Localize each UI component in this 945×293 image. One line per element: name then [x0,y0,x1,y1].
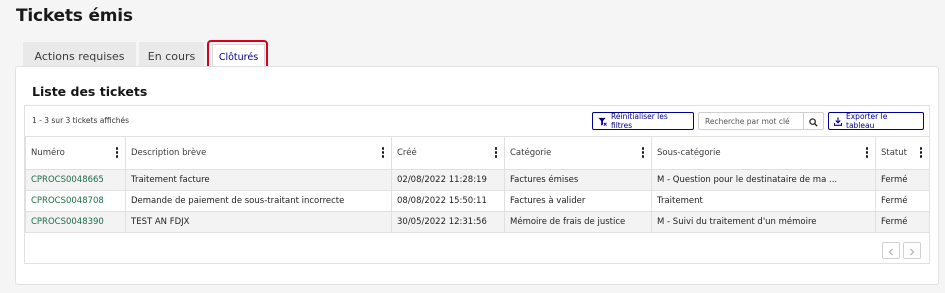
cell-category: Mémoire de frais de justice [504,211,652,233]
search-input[interactable] [699,113,803,129]
chevron-right-icon [909,241,915,260]
table-row[interactable]: CPROCS0048390 TEST AN FDJX 30/05/2022 12… [25,211,930,233]
cell-description: TEST AN FDJX [125,211,392,233]
column-header-numero[interactable]: Numéro [25,136,126,170]
filter-reset-icon [598,117,607,126]
chevron-left-icon [888,241,894,260]
cell-created: 30/05/2022 12:31:56 [391,211,505,233]
vertical-dots-icon[interactable] [641,147,644,158]
column-label: Numéro [31,148,65,158]
cell-created: 02/08/2022 11:28:19 [391,169,505,191]
ticket-number-link[interactable]: CPROCS0048665 [25,169,126,191]
tickets-card: Liste des tickets 1 - 3 sur 3 tickets af… [15,66,939,285]
cell-subcategory: M - Question pour le destinataire de ma … [651,169,876,191]
next-page-button[interactable] [903,242,921,259]
column-label: Statut [881,148,907,158]
previous-page-button[interactable] [882,242,900,259]
table-row[interactable]: CPROCS0048665 Traitement facture 02/08/2… [25,169,930,191]
column-label: Catégorie [510,148,552,158]
column-header-categorie[interactable]: Catégorie [504,136,652,170]
cell-subcategory: Traitement [651,190,876,212]
reset-filters-label: Réinitialiser les filtres [611,112,668,130]
vertical-dots-icon[interactable] [494,147,497,158]
ticket-count: 1 - 3 sur 3 tickets affichés [32,116,130,125]
column-label: Créé [397,148,417,158]
column-header-description[interactable]: Description brève [125,136,392,170]
vertical-dots-icon[interactable] [919,147,922,158]
page-title: Tickets émis [16,6,133,26]
tickets-table: Numéro Description brève Créé Catégorie … [25,136,930,233]
export-button[interactable]: Exporter le tableau [828,112,924,130]
cell-description: Demande de paiement de sous-traitant inc… [125,190,392,212]
column-label: Description brève [131,148,207,158]
cell-category: Factures émises [504,169,652,191]
pagination [882,242,921,259]
vertical-dots-icon[interactable] [381,147,384,158]
table-row[interactable]: CPROCS0048708 Demande de paiement de sou… [25,190,930,212]
tickets-table-panel: 1 - 3 sur 3 tickets affichés Réinitialis… [24,105,930,264]
search-button[interactable] [803,113,823,129]
download-icon [834,117,842,126]
ticket-number-link[interactable]: CPROCS0048708 [25,190,126,212]
cell-status: Fermé [875,211,930,233]
search-box [698,112,824,130]
cell-status: Fermé [875,190,930,212]
column-header-statut[interactable]: Statut [875,136,930,170]
table-header-row: Numéro Description brève Créé Catégorie … [25,136,930,170]
vertical-dots-icon[interactable] [115,147,118,158]
column-label: Sous-catégorie [657,148,721,158]
reset-filters-button[interactable]: Réinitialiser les filtres [592,112,694,130]
search-icon [809,112,818,131]
cell-description: Traitement facture [125,169,392,191]
ticket-number-link[interactable]: CPROCS0048390 [25,211,126,233]
cell-created: 08/08/2022 15:50:11 [391,190,505,212]
cell-subcategory: M - Suivi du traitement d'un mémoire [651,211,876,233]
column-header-cree[interactable]: Créé [391,136,505,170]
column-header-sous-categorie[interactable]: Sous-catégorie [651,136,876,170]
cell-category: Factures à valider [504,190,652,212]
card-title: Liste des tickets [32,84,148,99]
cell-status: Fermé [875,169,930,191]
vertical-dots-icon[interactable] [865,147,868,158]
export-label: Exporter le tableau [846,112,888,130]
